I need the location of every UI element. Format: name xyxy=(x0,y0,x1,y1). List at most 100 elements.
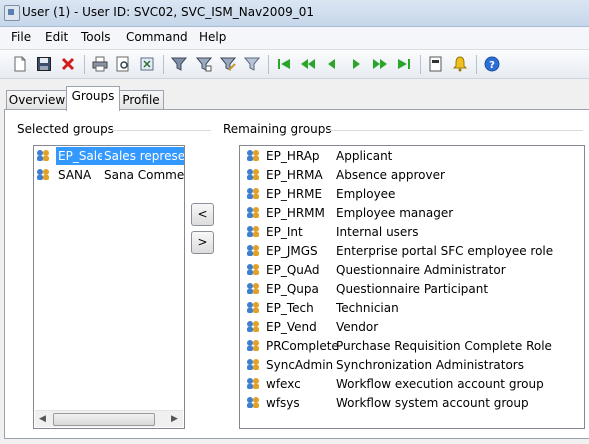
group-icon xyxy=(37,150,49,161)
group-description: Enterprise portal SFC employee role xyxy=(336,244,554,258)
group-icon xyxy=(247,245,259,256)
next-page-icon[interactable] xyxy=(372,56,388,72)
title-bar: User (1) - User ID: SVC02, SVC_ISM_Nav20… xyxy=(0,0,589,27)
remaining-groups-list[interactable]: EP_HRAp Applicant EP_HRMA Absence approver E… xyxy=(239,145,585,429)
tab-groups[interactable]: Groups xyxy=(66,86,120,111)
delete-icon[interactable] xyxy=(60,56,76,72)
menu-file[interactable]: File xyxy=(11,30,31,44)
group-icon xyxy=(247,302,259,313)
group-code: wfexc xyxy=(266,377,301,391)
toolbar-separator xyxy=(420,55,421,74)
group-icon xyxy=(247,283,259,294)
divider xyxy=(111,130,211,131)
next-record-icon[interactable] xyxy=(348,56,364,72)
tab-profile[interactable]: Profile xyxy=(118,90,164,110)
document-icon[interactable] xyxy=(428,56,444,72)
group-icon xyxy=(247,264,259,275)
help-icon[interactable]: ? xyxy=(484,56,500,72)
group-code: EP_JMGS xyxy=(266,244,318,258)
group-description: Absence approver xyxy=(336,168,445,182)
group-description: Sana Commerc xyxy=(104,168,185,182)
selected-groups-label: Selected groups xyxy=(17,122,114,136)
toolbar-separator xyxy=(84,55,85,74)
group-description: Internal users xyxy=(336,225,419,239)
group-icon xyxy=(37,169,49,180)
group-code: EP_HRAp xyxy=(266,149,320,163)
group-description: Applicant xyxy=(336,149,393,163)
tab-overview[interactable]: Overview xyxy=(6,90,68,110)
toolbar-separator xyxy=(476,55,477,74)
group-code: EP_Sale xyxy=(56,147,107,165)
group-code: EP_Qupa xyxy=(266,282,319,296)
toolbar-separator xyxy=(163,55,164,74)
group-description: Employee manager xyxy=(336,206,454,220)
last-record-icon[interactable] xyxy=(396,56,412,72)
group-description: Vendor xyxy=(336,320,379,334)
svg-text:?: ? xyxy=(489,60,495,71)
window-title: User (1) - User ID: SVC02, SVC_ISM_Nav20… xyxy=(22,5,314,19)
add-group-button[interactable]: > xyxy=(191,231,214,254)
group-code: wfsys xyxy=(266,396,300,410)
remove-filter-icon[interactable] xyxy=(244,56,260,72)
group-description: Questionnaire Participant xyxy=(336,282,489,296)
group-icon xyxy=(247,169,259,180)
scroll-left-icon[interactable]: ◀ xyxy=(39,414,46,424)
group-code: EP_HRME xyxy=(266,187,323,201)
menu-tools[interactable]: Tools xyxy=(81,30,111,44)
group-icon xyxy=(247,378,259,389)
previous-record-icon[interactable] xyxy=(324,56,340,72)
remaining-groups-label: Remaining groups xyxy=(223,122,332,136)
scroll-right-icon[interactable]: ▶ xyxy=(171,414,178,424)
app-icon xyxy=(4,5,20,21)
group-icon xyxy=(247,188,259,199)
group-description: Questionnaire Administrator xyxy=(336,263,506,277)
group-code: EP_QuAd xyxy=(266,263,320,277)
first-record-icon[interactable] xyxy=(276,56,292,72)
group-code: SyncAdmin xyxy=(266,358,334,372)
tab-strip: Overview Groups Profile xyxy=(0,86,589,111)
menu-bar: File Edit Tools Command Help xyxy=(0,27,589,50)
group-icon xyxy=(247,207,259,218)
new-icon[interactable] xyxy=(12,56,28,72)
group-code: EP_Int xyxy=(266,225,303,239)
group-icon xyxy=(247,340,259,351)
group-description: Workflow execution account group xyxy=(336,377,544,391)
group-icon xyxy=(247,359,259,370)
scrollbar-thumb[interactable] xyxy=(53,413,155,426)
group-code: EP_HRMA xyxy=(266,168,323,182)
group-description: Sales represent xyxy=(102,147,184,165)
group-icon xyxy=(247,150,259,161)
group-code: SANA xyxy=(58,168,92,182)
list-item[interactable]: EP_Sale Sales represent xyxy=(36,147,184,165)
advanced-filter-icon[interactable] xyxy=(220,56,236,72)
menu-command[interactable]: Command xyxy=(126,30,188,44)
alert-icon[interactable] xyxy=(452,56,468,72)
group-code: EP_Vend xyxy=(266,320,317,334)
group-icon xyxy=(247,321,259,332)
group-code: PRComplete xyxy=(266,339,339,353)
filter-icon[interactable] xyxy=(171,56,187,72)
group-icon xyxy=(247,397,259,408)
print-preview-icon[interactable] xyxy=(115,56,131,72)
selected-groups-list[interactable]: EP_Sale Sales represent SANA Sana Commer… xyxy=(33,145,185,429)
filter-by-selection-icon[interactable] xyxy=(196,56,212,72)
group-icon xyxy=(247,226,259,237)
group-code: EP_Tech xyxy=(266,301,314,315)
previous-page-icon[interactable] xyxy=(300,56,316,72)
group-description: Employee xyxy=(336,187,396,201)
divider xyxy=(328,130,583,131)
export-icon[interactable] xyxy=(139,56,155,72)
group-description: Technician xyxy=(336,301,399,315)
group-description: Workflow system account group xyxy=(336,396,529,410)
toolbar: ? xyxy=(0,50,589,79)
save-icon[interactable] xyxy=(36,56,52,72)
groups-panel: Selected groups Remaining groups EP_Sale… xyxy=(4,109,589,439)
print-icon[interactable] xyxy=(92,56,108,72)
menu-edit[interactable]: Edit xyxy=(45,30,68,44)
group-description: Purchase Requisition Complete Role xyxy=(336,339,552,353)
horizontal-scrollbar[interactable]: ◀ ▶ xyxy=(35,410,183,427)
toolbar-separator xyxy=(268,55,269,74)
remove-group-button[interactable]: < xyxy=(191,203,214,226)
menu-help[interactable]: Help xyxy=(199,30,226,44)
group-description: Synchronization Administrators xyxy=(336,358,524,372)
